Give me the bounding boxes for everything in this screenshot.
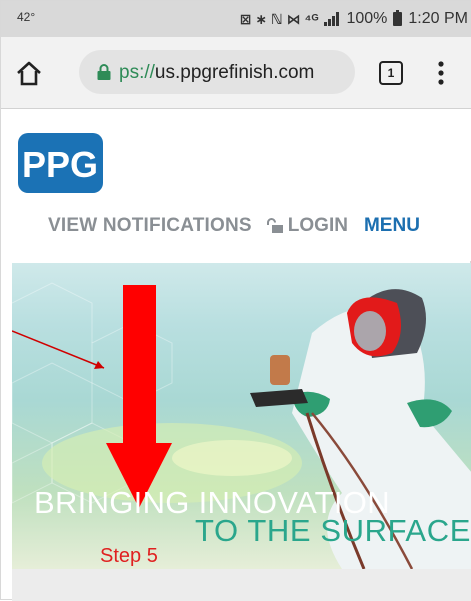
menu-link[interactable]: MENU [364,215,420,237]
login-link[interactable]: LOGIN [266,215,348,237]
home-icon[interactable] [15,59,43,87]
login-label: LOGIN [287,215,348,236]
paint-cup [270,355,290,385]
clock-time: 1:20 PM [408,10,468,27]
ppg-logo[interactable]: PPG [18,133,103,193]
annotation-pointer-line [12,330,105,369]
hero-banner[interactable]: BRINGING INNOVATION TO THE SURFACE Step … [12,263,471,569]
view-notifications-link[interactable]: VIEW NOTIFICATIONS [48,215,252,237]
tab-switcher-button[interactable]: 1 [379,61,403,85]
hero-subheadline: TO THE SURFACE [195,513,471,548]
logo-text: PPG [22,144,98,185]
url-text: ps://us.ppgrefinish.com [119,62,314,84]
header-nav: VIEW NOTIFICATIONS LOGIN MENU [48,215,420,237]
ppg-logo-mark: PPG [22,144,98,185]
signal-icon [324,12,340,26]
battery-icon [393,10,403,26]
lock-icon [97,64,111,80]
browser-toolbar: ps://us.ppgrefinish.com 1 [1,37,471,109]
status-bar: 42° ⊠ ∗ ℕ ⋈ ⁴ᴳ 100% 1:20 PM [1,1,471,37]
status-symbols-icon: ⊠ ∗ ℕ ⋈ ⁴ᴳ [239,10,319,27]
address-bar[interactable]: ps://us.ppgrefinish.com [79,50,355,94]
temperature-text: 42° [17,10,36,24]
url-host: us.ppgrefinish.com [154,62,315,83]
step-arrow-shaft [123,285,156,443]
status-icons: ⊠ ∗ ℕ ⋈ ⁴ᴳ 100% 1:20 PM [240,10,468,28]
content-area [12,569,471,601]
overflow-menu-icon[interactable] [437,59,445,87]
battery-percent: 100% [346,10,388,27]
step-label: Step 5 [100,545,158,567]
site-header: PPG VIEW NOTIFICATIONS LOGIN MENU [1,109,471,261]
url-scheme: ps:// [119,62,155,83]
unlock-icon [266,218,283,233]
